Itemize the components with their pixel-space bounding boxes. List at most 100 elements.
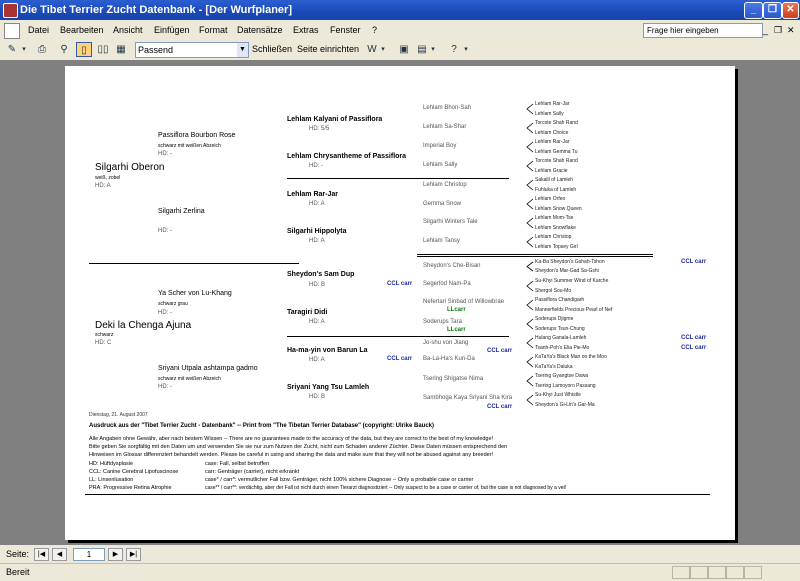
gen3-name: Sheydon's Sam Dup (287, 271, 355, 278)
doc-restore-button[interactable]: ❐ (774, 20, 782, 40)
doc-minimize-button[interactable]: _ (763, 20, 768, 40)
gen4-name: Sambhoga Kaya Sriyani Sha Kira (423, 395, 513, 401)
gen3-name: Sriyani Yang Tsu Lamleh (287, 384, 370, 391)
print-date: Dienstag, 21. August 2007 (89, 412, 148, 418)
menu-extras[interactable]: Extras (293, 20, 319, 40)
page-setup-button[interactable]: Seite einrichten (297, 42, 359, 57)
dam-sire-name: Ya Scher von Lu-Khang (158, 290, 232, 297)
menu-einfuegen[interactable]: Einfügen (154, 20, 190, 40)
gen5-name: Mannerfields Precious Pearl of Nef (535, 307, 613, 313)
magnifier-icon[interactable]: ⚲ (56, 42, 72, 57)
view-dropdown-icon[interactable]: ▾ (20, 42, 28, 57)
gen5-name: Lehlam Sally (535, 111, 564, 117)
status-cell (708, 566, 726, 579)
sire-sire-hd: HD: - (158, 151, 172, 157)
chevron-down-icon[interactable]: ▼ (237, 43, 248, 57)
gen5-name: Torcote Shah Rand (535, 158, 578, 164)
gen3-name: Ha-ma-yin von Barun La (287, 347, 368, 354)
database-window-icon[interactable]: ▣ (396, 42, 412, 57)
gen3-hd: HD: A (309, 238, 325, 244)
pedigree-bracket (526, 122, 534, 134)
last-page-button[interactable]: ▶| (126, 548, 141, 561)
gen4-health-mark: CCL carr (487, 404, 513, 410)
print-source: Ausdruck aus der "Tibet Terrier Zucht - … (89, 423, 435, 429)
first-page-button[interactable]: |◀ (34, 548, 49, 561)
gen3-hd: HD: A (309, 319, 325, 325)
menu-format[interactable]: Format (199, 20, 228, 40)
new-object-dropdown-icon[interactable]: ▾ (429, 42, 437, 57)
office-links-icon[interactable]: W (364, 42, 380, 57)
gen3-name: Silgarhi Hippolyta (287, 228, 347, 235)
pedigree-bracket (526, 375, 534, 387)
new-object-icon[interactable]: ▤ (414, 42, 430, 57)
gen3-hd: HD: A (309, 201, 325, 207)
gen3-health-mark: CCL carr (387, 281, 413, 287)
doc-close-button[interactable]: ✕ (787, 20, 795, 40)
gen3-health-mark: CCL carr (387, 356, 413, 362)
previous-page-button[interactable]: ◀ (52, 548, 67, 561)
next-page-button[interactable]: ▶ (108, 548, 123, 561)
gen4-name: Nefertari Sinbad of Willowbrae (423, 299, 505, 305)
pedigree-bracket (526, 103, 534, 115)
menu-datensaetze[interactable]: Datensätze (237, 20, 283, 40)
menu-datei[interactable]: Datei (28, 20, 49, 40)
gen4-name: Soderups Tara (423, 319, 462, 325)
gen5-health-mark: CCL carr (681, 335, 707, 341)
gen4-health-mark: LLcarr (447, 307, 466, 313)
pedigree-bracket (526, 141, 534, 153)
gen5-name: Torcote Shah Rand (535, 120, 578, 126)
status-cell (672, 566, 690, 579)
toolbar-options-icon[interactable]: ▾ (462, 42, 470, 57)
gen4-name: Lehlam Sa-Shar (423, 124, 467, 130)
legend-abbr: PRA: Progressive Retina Atrophie (89, 485, 172, 491)
gen3-name: Lehlam Kalyani of Passiflora (287, 116, 383, 123)
close-window-button[interactable]: ✕ (782, 2, 799, 19)
two-pages-icon[interactable]: ▯▯ (95, 42, 111, 57)
gen4-name: Silgarhi Winters Tale (423, 219, 478, 225)
dam-color: schwarz (95, 332, 114, 338)
gen5-name: Soderups Djigme (535, 316, 574, 322)
gen4-name: Lehlam Tansy (423, 238, 460, 244)
pedigree-bracket (526, 337, 534, 349)
record-navigation: Seite: |◀ ◀ 1 ▶ ▶| (0, 545, 800, 563)
view-icon[interactable]: ✎ (4, 42, 20, 57)
gen5-name: Su-Khyi Summer Wind of Karche (535, 278, 609, 284)
menu-bar: Datei Bearbeiten Ansicht Einfügen Format… (0, 20, 800, 41)
gen4-name: Tsering Shigatse Nima (423, 376, 484, 382)
gen5-name: Shergol Sou-Mo (535, 288, 572, 294)
menu-ansicht[interactable]: Ansicht (113, 20, 143, 40)
print-icon[interactable]: ⎙ (34, 42, 50, 57)
gen3-divider (287, 336, 509, 337)
report-icon[interactable] (4, 23, 20, 39)
gen3-hd: HD: - (309, 163, 323, 169)
one-page-icon[interactable]: ▯ (76, 42, 92, 57)
menu-bearbeiten[interactable]: Bearbeiten (60, 20, 104, 40)
pedigree-bracket (526, 299, 534, 311)
help-icon[interactable]: ? (446, 42, 462, 57)
menu-help[interactable]: ? (372, 20, 377, 40)
pedigree-bracket (526, 179, 534, 191)
gen4-name: Lehlam Christop (423, 182, 467, 188)
gen5-name: Tsanh-Poh's Elia Pie-Mo (535, 345, 590, 351)
close-preview-button[interactable]: Schließen (252, 42, 292, 57)
legend-abbr: CCL: Canine Cerebral Lipofuscinose (89, 469, 179, 475)
gen4-name: Lehlam Sally (423, 162, 458, 168)
dam-hd: HD: C (95, 340, 112, 346)
help-search-input[interactable]: Frage hier eingeben (643, 23, 763, 38)
zoom-select[interactable]: Passend ▼ (135, 42, 249, 58)
gen4-health-mark: LLcarr (447, 327, 466, 333)
menu-fenster[interactable]: Fenster (330, 20, 361, 40)
sire-sire-name: Passiflora Bourbon Rose (158, 132, 236, 139)
dam-dam-name: Sriyani Utpala ashtampa gadmo (158, 365, 258, 372)
gen3-name: Taragiri Didi (287, 309, 328, 316)
minimize-button[interactable]: _ (744, 2, 763, 19)
office-links-dropdown-icon[interactable]: ▾ (379, 42, 387, 57)
multiple-pages-icon[interactable]: ▦ (113, 42, 129, 57)
sire-dam-hd: HD: - (158, 228, 172, 234)
gen5-name: Lehlam Rar-Jar (535, 101, 570, 107)
maximize-button[interactable]: ❐ (763, 2, 782, 19)
gen3-name: Lehlam Chrysantheme of Passiflora (287, 153, 407, 160)
gen4-name: Segerlod Nam-Pa (423, 281, 471, 287)
gen5-name: Lehlam Rar-Jar (535, 139, 570, 145)
page-number-input[interactable]: 1 (73, 548, 105, 561)
